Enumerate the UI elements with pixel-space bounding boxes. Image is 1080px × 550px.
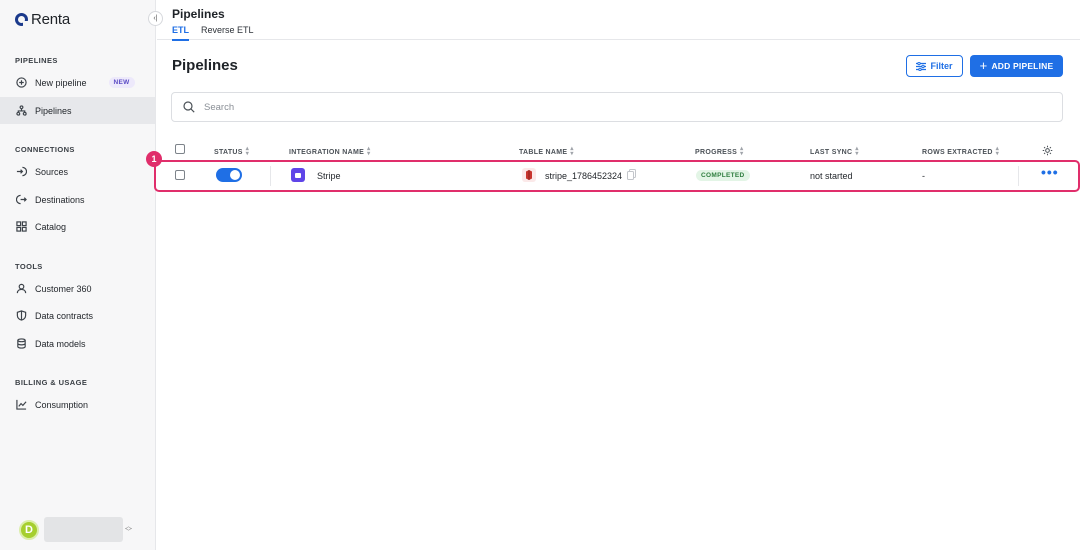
sidebar-item-sources[interactable]: Sources <box>0 158 155 185</box>
redshift-icon <box>522 168 536 182</box>
add-pipeline-label: ADD PIPELINE <box>991 61 1054 71</box>
sidebar-item-label: Destinations <box>35 194 85 205</box>
tab-etl[interactable]: ETL <box>172 25 189 41</box>
chart-line-icon <box>16 399 27 410</box>
stripe-logo-icon <box>291 168 305 182</box>
breadcrumb-title: Pipelines <box>172 7 225 21</box>
column-label: ROWS EXTRACTED <box>922 148 993 156</box>
sort-icon: ▴ ▾ <box>367 146 371 157</box>
top-header: Pipelines ETL Reverse ETL <box>157 0 1080 41</box>
annotation-marker: 1 <box>146 151 162 167</box>
user-name-redacted <box>44 517 123 542</box>
section-title-connections: CONNECTIONS <box>15 145 75 154</box>
sidebar-item-destinations[interactable]: Destinations <box>0 186 155 213</box>
sidebar-item-label: Consumption <box>35 399 89 410</box>
search-input[interactable] <box>204 101 1004 113</box>
table-name: stripe_1786452324 <box>545 171 623 181</box>
avatar: D <box>19 519 39 540</box>
sidebar-item-label: Catalog <box>35 221 67 232</box>
sidebar-item-label: Data models <box>35 338 86 349</box>
collapse-sidebar-icon[interactable]: ‹| <box>148 11 163 26</box>
tab-reverse-etl[interactable]: Reverse ETL <box>201 25 254 39</box>
column-header-integration-name[interactable]: INTEGRATION NAME ▴ ▾ <box>289 146 371 157</box>
page-title: Pipelines <box>172 57 238 74</box>
sidebar-item-data-models[interactable]: Data models <box>0 330 155 357</box>
sidebar-item-customer-360[interactable]: Customer 360 <box>0 275 155 302</box>
rows-extracted-value: - <box>922 171 925 181</box>
sidebar-item-label: Customer 360 <box>35 283 92 294</box>
copy-icon[interactable] <box>627 169 636 180</box>
pipelines-icon <box>16 105 27 116</box>
renta-logo[interactable]: Renta <box>15 11 70 28</box>
more-actions-icon[interactable]: ••• <box>1041 165 1059 179</box>
user-menu[interactable]: D <box>19 517 123 542</box>
search-icon <box>183 101 195 113</box>
new-badge: NEW <box>108 77 135 88</box>
column-label: STATUS <box>214 148 243 156</box>
integration-name[interactable]: Stripe <box>317 171 341 181</box>
sidebar-item-label: Sources <box>35 166 69 177</box>
sidebar: Renta PIPELINES New pipeline NEW Pipelin… <box>0 0 156 550</box>
column-label: INTEGRATION NAME <box>289 148 365 156</box>
sidebar-item-pipelines[interactable]: Pipelines <box>0 97 155 124</box>
sort-icon: ▴ ▾ <box>245 146 250 157</box>
sort-icon: ▴ ▾ <box>570 146 574 157</box>
catalog-icon <box>16 221 27 232</box>
section-title-tools: TOOLS <box>15 262 43 271</box>
column-label: TABLE NAME <box>519 148 568 156</box>
status-badge: COMPLETED <box>696 170 750 181</box>
sidebar-item-consumption[interactable]: Consumption <box>0 391 155 418</box>
gear-icon[interactable] <box>1042 145 1053 156</box>
column-label: LAST SYNC <box>810 148 853 156</box>
sidebar-item-new-pipeline[interactable]: New pipeline NEW <box>0 69 155 96</box>
search-box <box>171 92 1063 122</box>
filter-button[interactable]: Filter <box>906 55 963 77</box>
section-title-pipelines: PIPELINES <box>15 56 58 65</box>
database-icon <box>16 338 27 349</box>
renta-logo-icon <box>15 13 28 26</box>
app-name: Renta <box>31 11 71 28</box>
last-sync-value: not started <box>810 171 853 181</box>
chevron-up-down-icon[interactable]: ︿ ﹀ <box>125 523 132 536</box>
add-pipeline-button[interactable]: + ADD PIPELINE <box>970 55 1063 77</box>
column-header-table-name[interactable]: TABLE NAME ▴ ▾ <box>519 146 574 157</box>
column-divider <box>270 166 271 186</box>
user-icon <box>16 283 27 294</box>
sort-icon: ▴ ▾ <box>740 146 744 157</box>
column-divider <box>1018 166 1019 186</box>
sidebar-item-label: Data contracts <box>35 310 94 321</box>
sort-icon: ▴ ▾ <box>855 146 859 157</box>
status-toggle[interactable] <box>216 168 242 182</box>
plus-circle-icon <box>16 77 27 88</box>
shield-icon <box>16 310 27 321</box>
filter-icon <box>916 61 927 71</box>
column-label: PROGRESS <box>695 148 738 156</box>
destination-icon <box>16 194 27 205</box>
sidebar-item-catalog[interactable]: Catalog <box>0 213 155 240</box>
column-header-last-sync[interactable]: LAST SYNC ▴ ▾ <box>810 146 859 157</box>
sort-icon: ▴ ▾ <box>995 146 1000 157</box>
row-checkbox[interactable] <box>175 170 185 180</box>
select-all-checkbox[interactable] <box>175 144 185 154</box>
source-icon <box>16 166 27 177</box>
plus-icon: + <box>979 58 988 73</box>
sidebar-item-label: Pipelines <box>35 105 72 116</box>
column-header-status[interactable]: STATUS ▴ ▾ <box>214 146 250 157</box>
column-header-rows-extracted[interactable]: ROWS EXTRACTED ▴ ▾ <box>922 146 1000 157</box>
sidebar-item-label: New pipeline <box>35 77 87 88</box>
column-header-progress[interactable]: PROGRESS ▴ ▾ <box>695 146 744 157</box>
section-title-billing: BILLING & USAGE <box>15 378 88 387</box>
filter-label: Filter <box>930 61 953 71</box>
sidebar-item-data-contracts[interactable]: Data contracts <box>0 302 155 329</box>
